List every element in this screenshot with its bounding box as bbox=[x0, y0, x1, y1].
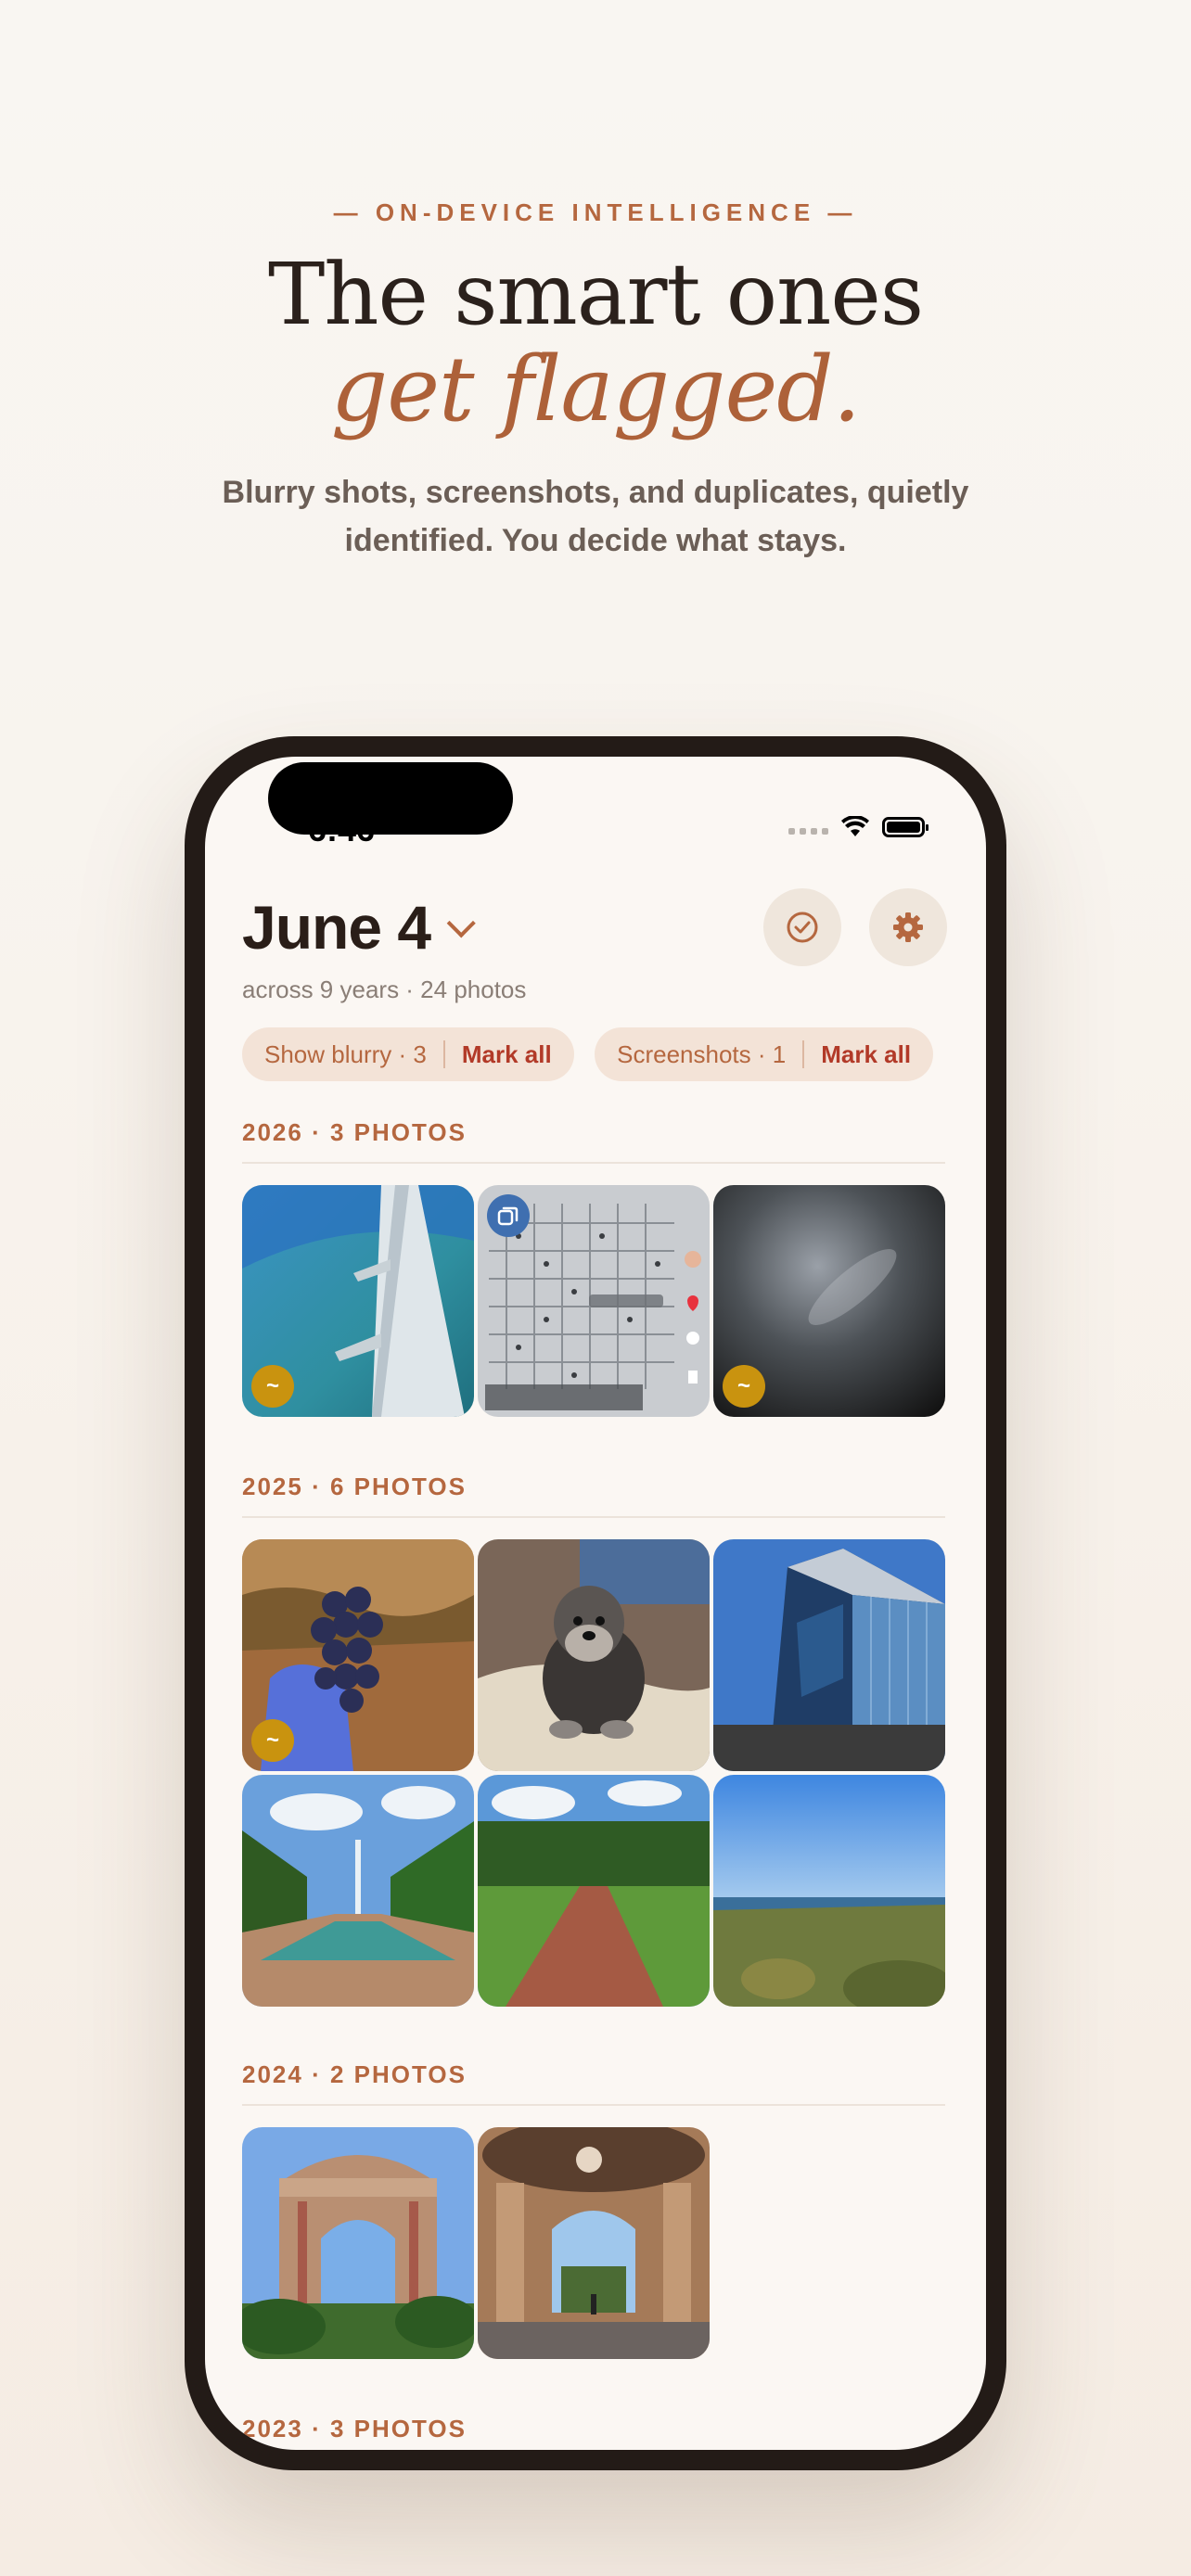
blurry-badge: ~ bbox=[251, 1365, 294, 1408]
phone-frame: 6:46 June 4 bbox=[185, 736, 1006, 2470]
headline-accent: get flagged. bbox=[330, 338, 862, 441]
settings-button[interactable] bbox=[869, 888, 947, 966]
photo-grid-2024 bbox=[242, 2127, 945, 2359]
page-title: June 4 bbox=[242, 893, 431, 962]
screenshots-filter-chip: Screenshots · 1 Mark all bbox=[595, 1027, 934, 1081]
section-header-2026: 2026 · 3 PHOTOS bbox=[242, 1118, 945, 1164]
chip-divider bbox=[442, 1040, 445, 1068]
subcopy: Blurry shots, screenshots, and duplicate… bbox=[222, 475, 969, 558]
blurry-badge: ~ bbox=[251, 1719, 294, 1762]
chip-divider bbox=[802, 1040, 805, 1068]
photo-tile-puppy[interactable] bbox=[478, 1539, 710, 1771]
photo-grid-2025: ~ bbox=[242, 1539, 945, 2007]
photo-tile-colonnade[interactable] bbox=[478, 2127, 710, 2359]
select-button[interactable] bbox=[763, 888, 841, 966]
section-header-2025: 2025 · 6 PHOTOS bbox=[242, 1473, 945, 1518]
photo-grid-2026: ~ ~ bbox=[242, 1185, 945, 1417]
filter-chips: Show blurry · 3 Mark all Screenshots · 1… bbox=[242, 1027, 986, 1081]
blurry-filter-chip: Show blurry · 3 Mark all bbox=[242, 1027, 574, 1081]
section-header-2024: 2024 · 2 PHOTOS bbox=[242, 2060, 945, 2106]
photo-tile-grapes[interactable]: ~ bbox=[242, 1539, 474, 1771]
stacked-squares-icon bbox=[497, 1206, 519, 1226]
headline: The smart ones bbox=[267, 245, 924, 344]
photo-count-subtitle: across 9 years · 24 photos bbox=[242, 976, 527, 1003]
show-blurry-toggle[interactable]: Show blurry · 3 bbox=[264, 1040, 427, 1069]
photo-tile-blurry-dark[interactable]: ~ bbox=[713, 1185, 945, 1417]
cellular-signal-icon bbox=[788, 820, 828, 835]
blurry-badge: ~ bbox=[723, 1365, 765, 1408]
chevron-down-icon bbox=[446, 909, 476, 938]
photo-tile-garden-path[interactable] bbox=[478, 1775, 710, 2007]
photo-tile-screenshot[interactable] bbox=[478, 1185, 710, 1417]
photo-tile-fountain[interactable] bbox=[242, 1775, 474, 2007]
gear-icon bbox=[893, 912, 923, 942]
show-screenshots-toggle[interactable]: Screenshots · 1 bbox=[617, 1040, 786, 1069]
battery-icon bbox=[882, 817, 928, 837]
mark-all-screenshots-button[interactable]: Mark all bbox=[821, 1040, 911, 1069]
phone-screen: 6:46 June 4 bbox=[205, 757, 986, 2450]
photo-tile-rotunda[interactable] bbox=[242, 2127, 474, 2359]
checkmark-circle-icon bbox=[787, 912, 818, 943]
status-indicators bbox=[788, 809, 928, 846]
photo-tile-airplane-wing[interactable]: ~ bbox=[242, 1185, 474, 1417]
screenshot-stack-badge bbox=[487, 1194, 530, 1237]
eyebrow-label: — ON-DEVICE INTELLIGENCE — bbox=[333, 198, 858, 226]
dynamic-island bbox=[268, 762, 513, 835]
section-header-2023: 2023 · 3 PHOTOS bbox=[242, 2415, 945, 2450]
photo-tile-stadium[interactable] bbox=[713, 1539, 945, 1771]
date-picker[interactable]: June 4 bbox=[242, 892, 476, 963]
wifi-icon bbox=[841, 816, 869, 836]
mark-all-blurry-button[interactable]: Mark all bbox=[462, 1040, 552, 1069]
photo-tile-coastline[interactable] bbox=[713, 1775, 945, 2007]
